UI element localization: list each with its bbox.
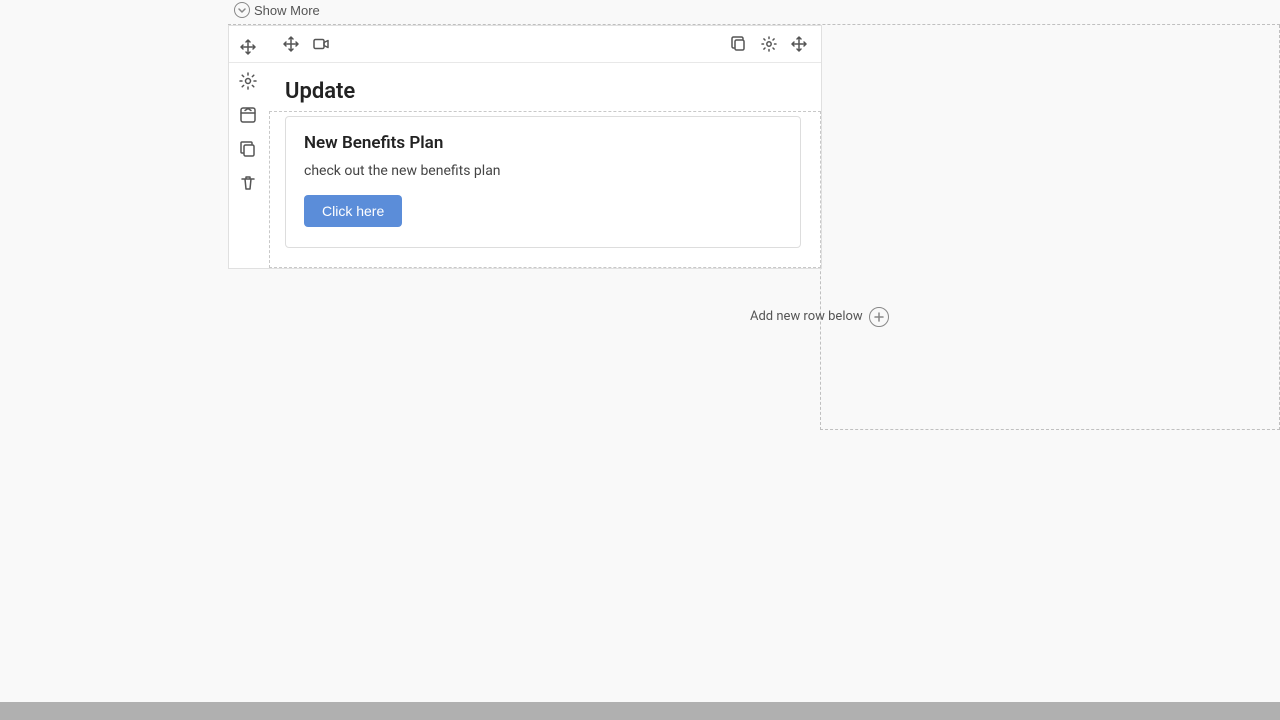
settings-toolbar-icon[interactable] — [759, 34, 779, 54]
page-container: Show More — [0, 0, 1280, 720]
drag-toolbar-icon[interactable] — [789, 34, 809, 54]
top-dashed-area: Show More — [228, 0, 1280, 25]
copy-sidebar-icon[interactable] — [234, 135, 262, 163]
show-more-label: Show More — [254, 3, 320, 18]
card-title: New Benefits Plan — [304, 133, 782, 153]
block-toolbar — [229, 26, 821, 63]
collapse-sidebar-icon[interactable] — [234, 101, 262, 129]
bottom-bar — [0, 702, 1280, 720]
show-more-icon — [234, 2, 250, 18]
move-toolbar-icon[interactable] — [281, 34, 301, 54]
move-sidebar-icon[interactable] — [234, 33, 262, 61]
left-sidebar — [228, 25, 268, 197]
block-title: Update — [285, 79, 801, 104]
duplicate-toolbar-icon[interactable] — [729, 34, 749, 54]
add-row-label: Add new row below — [750, 309, 863, 324]
main-block: Update New Benefits Plan check out the n… — [228, 25, 822, 269]
settings-sidebar-icon[interactable] — [234, 67, 262, 95]
toolbar-right — [729, 34, 809, 54]
click-here-button[interactable]: Click here — [304, 195, 402, 227]
delete-sidebar-icon[interactable] — [234, 169, 262, 197]
inner-card: New Benefits Plan check out the new bene… — [285, 116, 801, 248]
add-row-icon — [869, 307, 889, 327]
video-toolbar-icon[interactable] — [311, 34, 331, 54]
show-more-button[interactable]: Show More — [228, 0, 326, 20]
add-row-area[interactable]: Add new row below — [750, 308, 890, 325]
card-description: check out the new benefits plan — [304, 163, 782, 179]
block-content: Update New Benefits Plan check out the n… — [229, 63, 821, 268]
right-dashed-area — [820, 25, 1280, 430]
